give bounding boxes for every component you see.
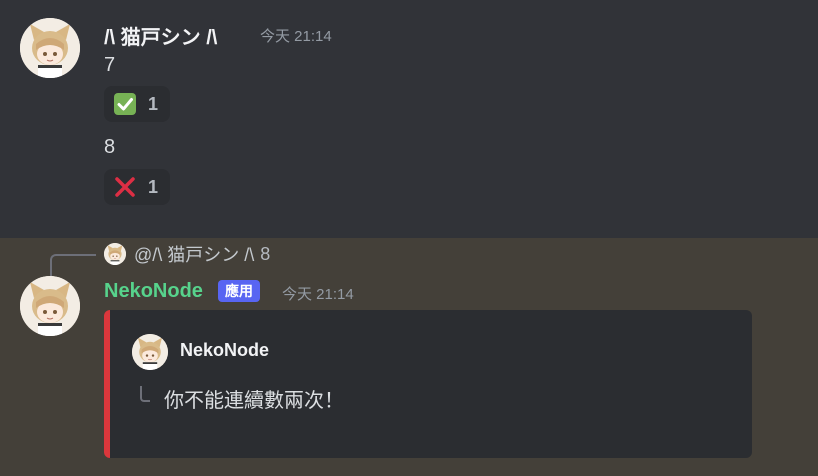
reaction-check[interactable]: 1 bbox=[104, 86, 170, 122]
check-mark-icon bbox=[114, 93, 136, 115]
reply-mention[interactable]: @/\ 猫戸シン /\ bbox=[134, 241, 254, 267]
embed-author: NekoNode bbox=[180, 340, 270, 360]
message-timestamp: 今天 21:14 bbox=[282, 286, 354, 303]
bot-avatar[interactable] bbox=[20, 276, 80, 336]
reaction-count: 1 bbox=[148, 93, 159, 114]
embed-description: 你不能連續數兩次！ bbox=[164, 390, 344, 412]
message-text: 7 bbox=[104, 54, 116, 76]
reply-avatar bbox=[104, 243, 126, 265]
message-author[interactable]: NekoNode bbox=[104, 280, 203, 303]
app-badge: 應用 bbox=[218, 280, 260, 302]
reply-text[interactable]: 8 bbox=[260, 244, 270, 265]
reply-reference[interactable]: @/\ 猫戸シン /\ 8 bbox=[104, 240, 270, 268]
user-avatar[interactable] bbox=[20, 18, 80, 78]
embed-author-avatar bbox=[132, 334, 168, 370]
reaction-count: 1 bbox=[148, 176, 159, 197]
message-1: /\ 猫戸シン /\ 今天 21:14 7 1 8 1 bbox=[0, 0, 818, 238]
embed-reply-corner bbox=[140, 386, 150, 402]
cross-mark-icon bbox=[114, 176, 136, 198]
embed: NekoNode 你不能連續數兩次！ bbox=[104, 310, 752, 458]
message-text: 8 bbox=[104, 136, 116, 158]
message-author[interactable]: /\ 猫戸シン /\ bbox=[104, 21, 217, 50]
message-timestamp: 今天 21:14 bbox=[260, 28, 332, 45]
reaction-cross[interactable]: 1 bbox=[104, 169, 170, 205]
